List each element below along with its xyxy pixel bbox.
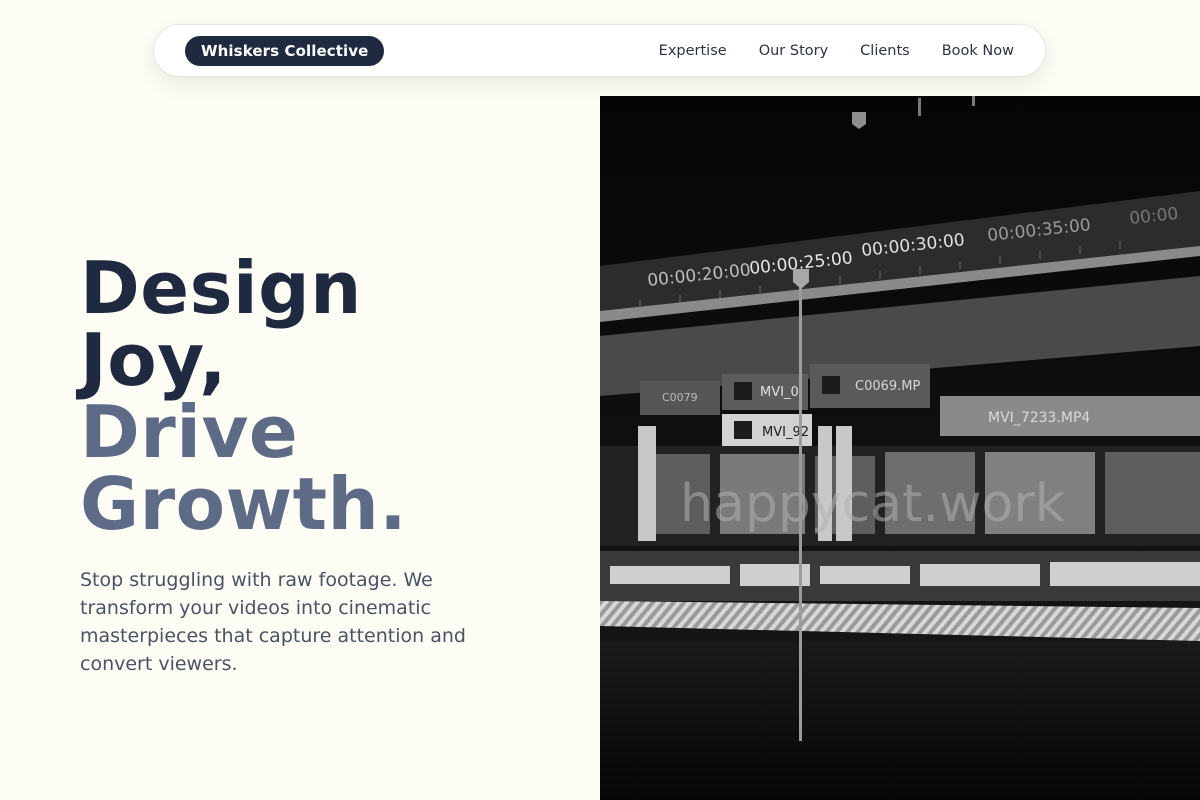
timeline-illustration: 00:00:20:00 00:00:25:00 00:00:30:00 00:0…	[600, 96, 1200, 800]
nav-link-book-now[interactable]: Book Now	[942, 43, 1014, 59]
video-editor-image: 00:00:20:00 00:00:25:00 00:00:30:00 00:0…	[600, 96, 1200, 800]
headline-line-2: Joy,	[80, 318, 227, 402]
clip-label-c0079: C0079	[662, 391, 698, 404]
brand-logo[interactable]: Whiskers Collective	[185, 35, 385, 66]
nav-link-our-story[interactable]: Our Story	[759, 43, 828, 59]
headline-line-4: Growth.	[80, 462, 408, 546]
clip-label-mvi-7233: MVI_7233.MP4	[988, 410, 1090, 426]
headline-line-3: Drive	[80, 390, 299, 474]
headline-line-1: Design	[80, 246, 362, 330]
watermark-text: happycat.work	[680, 474, 1065, 534]
nav-link-clients[interactable]: Clients	[860, 43, 910, 59]
hero-subtitle: Stop struggling with raw footage. We tra…	[80, 569, 466, 675]
nav-links: Expertise Our Story Clients Book Now	[659, 43, 1014, 59]
clip-label-c0069: C0069.MP	[855, 379, 921, 394]
clip-label-mvi-0: MVI_0	[760, 385, 799, 400]
top-nav: Whiskers Collective Expertise Our Story …	[153, 24, 1046, 77]
nav-link-expertise[interactable]: Expertise	[659, 43, 727, 59]
hero-section: Design Joy, Drive Growth.	[80, 252, 407, 540]
hero-headline: Design Joy, Drive Growth.	[80, 252, 407, 540]
